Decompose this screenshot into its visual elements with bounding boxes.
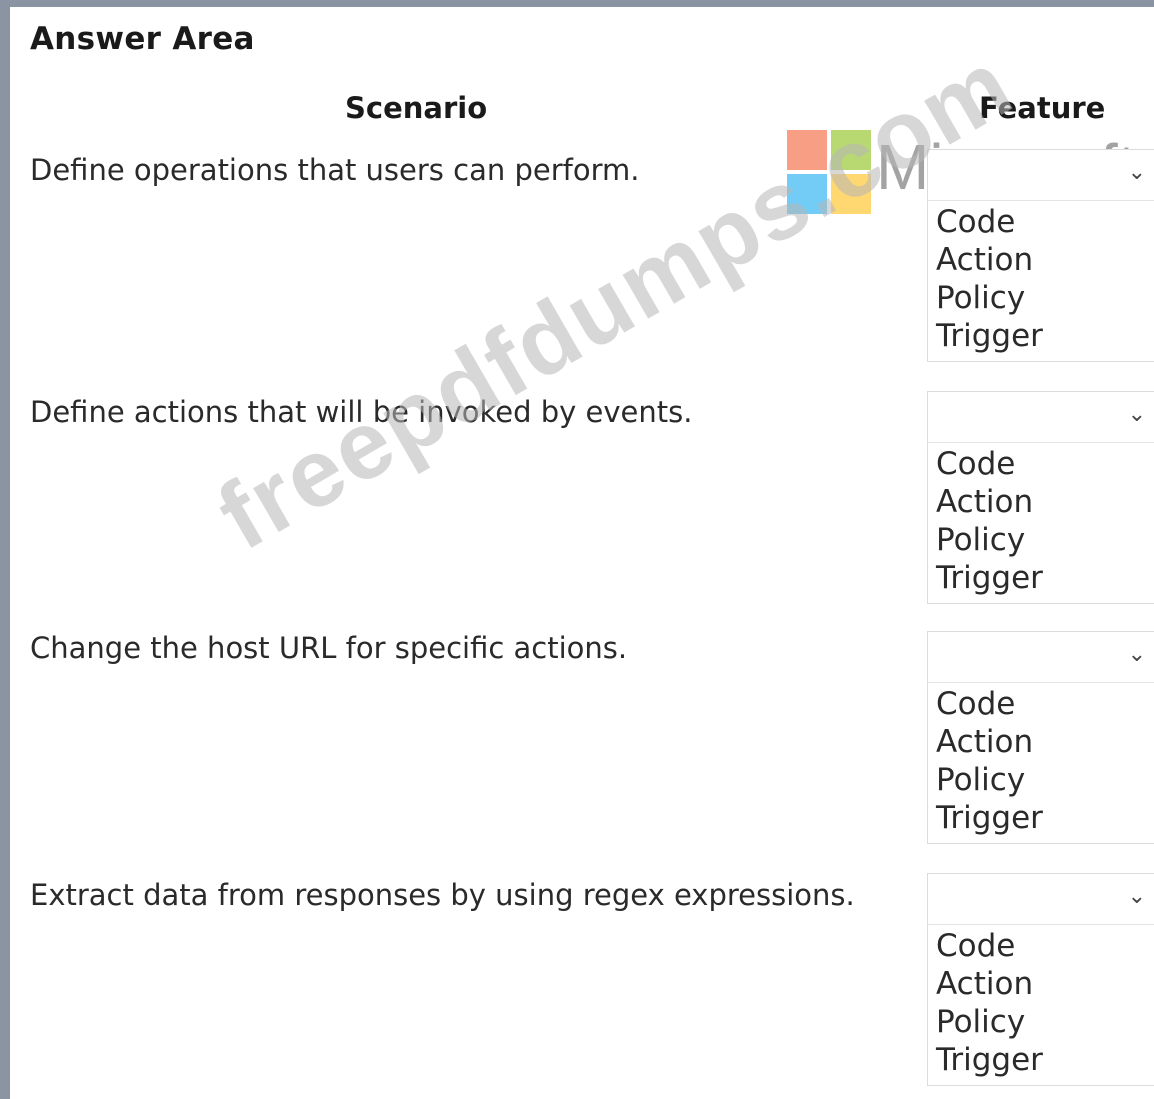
chevron-down-icon[interactable]: ⌄ bbox=[1128, 886, 1146, 908]
scenario-text-3: Change the host URL for specific actions… bbox=[30, 631, 628, 665]
feature-dropdown-3[interactable]: ⌄ Code Action Policy Trigger bbox=[927, 631, 1154, 844]
answer-area-panel: Answer Area Scenario Feature Microsoft D… bbox=[0, 0, 1154, 1099]
feature-dropdown-2[interactable]: ⌄ Code Action Policy Trigger bbox=[927, 391, 1154, 604]
dropdown-option[interactable]: Trigger bbox=[936, 559, 1154, 597]
dropdown-option[interactable]: Code bbox=[936, 203, 1154, 241]
feature-dropdown-1-options: Code Action Policy Trigger bbox=[927, 201, 1154, 362]
answer-area-title: Answer Area bbox=[30, 21, 255, 57]
dropdown-option[interactable]: Trigger bbox=[936, 799, 1154, 837]
dropdown-option[interactable]: Trigger bbox=[936, 317, 1154, 355]
feature-dropdown-2-options: Code Action Policy Trigger bbox=[927, 443, 1154, 604]
scenario-column-header: Scenario bbox=[345, 91, 488, 125]
feature-dropdown-3-options: Code Action Policy Trigger bbox=[927, 683, 1154, 844]
scenario-text-4: Extract data from responses by using reg… bbox=[30, 878, 855, 912]
dropdown-option[interactable]: Trigger bbox=[936, 1041, 1154, 1079]
chevron-down-icon[interactable]: ⌄ bbox=[1128, 404, 1146, 426]
dropdown-option[interactable]: Code bbox=[936, 927, 1154, 965]
dropdown-option[interactable]: Action bbox=[936, 965, 1154, 1003]
feature-dropdown-4[interactable]: ⌄ Code Action Policy Trigger bbox=[927, 873, 1154, 1086]
dropdown-option[interactable]: Policy bbox=[936, 279, 1154, 317]
dropdown-option[interactable]: Action bbox=[936, 241, 1154, 279]
chevron-down-icon[interactable]: ⌄ bbox=[1128, 644, 1146, 666]
scenario-text-1: Define operations that users can perform… bbox=[30, 153, 640, 187]
dropdown-option[interactable]: Action bbox=[936, 723, 1154, 761]
feature-dropdown-1[interactable]: ⌄ Code Action Policy Trigger bbox=[927, 149, 1154, 362]
feature-dropdown-2-selector[interactable]: ⌄ bbox=[927, 391, 1154, 443]
feature-dropdown-3-selector[interactable]: ⌄ bbox=[927, 631, 1154, 683]
dropdown-option[interactable]: Code bbox=[936, 685, 1154, 723]
dropdown-option[interactable]: Policy bbox=[936, 1003, 1154, 1041]
site-watermark-text: freepdfdumps.com bbox=[200, 29, 1031, 571]
feature-dropdown-4-selector[interactable]: ⌄ bbox=[927, 873, 1154, 925]
feature-dropdown-4-options: Code Action Policy Trigger bbox=[927, 925, 1154, 1086]
dropdown-option[interactable]: Action bbox=[936, 483, 1154, 521]
dropdown-option[interactable]: Policy bbox=[936, 761, 1154, 799]
chevron-down-icon[interactable]: ⌄ bbox=[1128, 162, 1146, 184]
dropdown-option[interactable]: Code bbox=[936, 445, 1154, 483]
dropdown-option[interactable]: Policy bbox=[936, 521, 1154, 559]
